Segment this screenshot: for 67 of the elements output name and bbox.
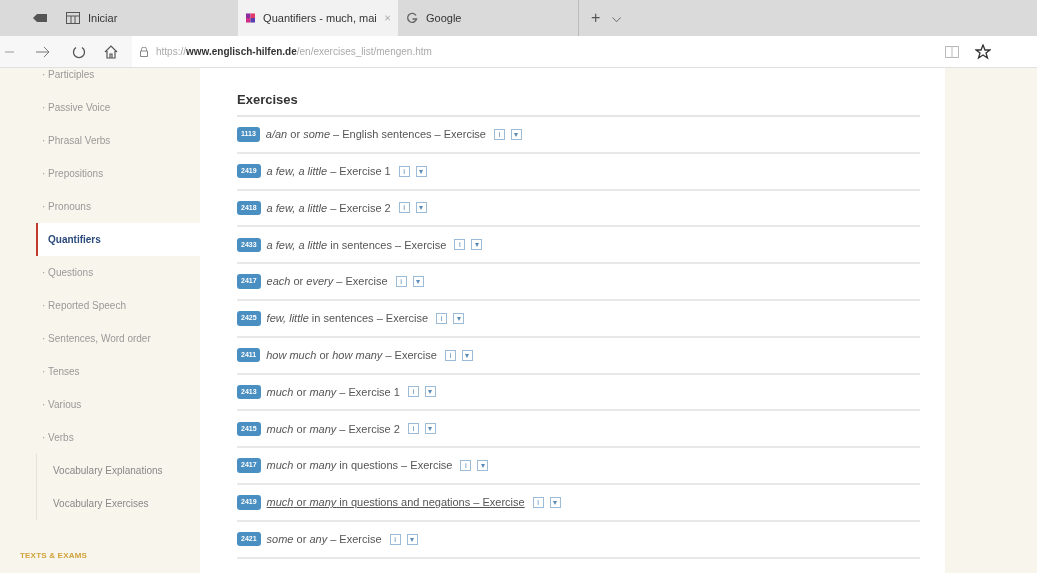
sidebar-link[interactable]: · Questions bbox=[36, 256, 200, 289]
refresh-icon[interactable] bbox=[72, 44, 86, 59]
exercise-link[interactable]: much or many – Exercise 1 bbox=[266, 383, 400, 401]
exercise-link[interactable]: each or every – Exercise bbox=[266, 273, 388, 290]
exercise-link[interactable]: a few, a little – Exercise 2 bbox=[266, 199, 391, 217]
tab-menu-button[interactable]: ⌵ bbox=[612, 9, 622, 27]
address-bar[interactable]: https://www.englisch-hilfen.de/en/exercises_list/mengen.htm bbox=[132, 36, 1037, 67]
dropdown-button[interactable]: ▾ bbox=[461, 349, 473, 361]
section-title: Exercises bbox=[237, 90, 920, 117]
sidebar-link[interactable]: · Reported Speech bbox=[36, 289, 200, 322]
section-heading: TEXTS & EXAMS bbox=[20, 550, 89, 562]
dropdown-button[interactable]: ▾ bbox=[477, 460, 489, 472]
sidebar-link[interactable]: · Tenses bbox=[36, 355, 200, 388]
exercise-link[interactable]: how much or how many – Exercise bbox=[266, 346, 437, 364]
tab-title: Quantifiers - much, mai bbox=[263, 10, 377, 26]
browser-tab[interactable]: Quantifiers - much, mai bbox=[238, 0, 398, 36]
sidebar-link[interactable]: Quantifiers bbox=[36, 223, 200, 256]
info-button[interactable]: i bbox=[407, 386, 419, 398]
info-button[interactable]: i bbox=[395, 276, 407, 288]
dropdown-button[interactable]: ▾ bbox=[471, 239, 483, 251]
exercise-link[interactable]: few, little in sentences – Exercise bbox=[266, 310, 428, 327]
info-button[interactable]: i bbox=[460, 460, 472, 472]
info-button[interactable]: i bbox=[454, 239, 466, 251]
sidebar-link[interactable]: · Sentences, Word order bbox=[36, 322, 200, 355]
lock-icon bbox=[140, 46, 148, 57]
exercise-link[interactable]: much or many in questions – Exercise bbox=[266, 457, 453, 474]
dropdown-button[interactable]: ▾ bbox=[415, 165, 427, 177]
home-icon[interactable] bbox=[104, 44, 118, 59]
dropdown-button[interactable]: ▾ bbox=[510, 128, 522, 140]
exercise-link[interactable]: a few, a little – Exercise 1 bbox=[266, 162, 391, 180]
info-button[interactable]: i bbox=[398, 165, 410, 177]
new-tab-button[interactable]: + bbox=[591, 6, 601, 30]
sidebar-link[interactable]: · Various bbox=[36, 388, 200, 421]
sidebar-link[interactable]: · Pronouns bbox=[36, 190, 200, 223]
sidebar-link[interactable]: · Passive Voice bbox=[36, 91, 200, 124]
sidebar-link[interactable]: · Phrasal Verbs bbox=[36, 124, 200, 157]
url-text: https://www.englisch-hilfen.de/en/exercises_list/mengen.htm bbox=[156, 45, 432, 59]
info-button[interactable]: i bbox=[436, 312, 447, 324]
exercise-link[interactable]: some or any – Exercise bbox=[266, 530, 382, 548]
dropdown-button[interactable]: ▾ bbox=[424, 423, 436, 435]
grid-icon bbox=[66, 12, 80, 24]
dropdown-button[interactable]: ▾ bbox=[549, 496, 561, 508]
info-button[interactable]: i bbox=[532, 496, 544, 508]
info-button[interactable]: i bbox=[493, 128, 505, 140]
exercise-link[interactable]: a/an or some – English sentences – Exercise bbox=[265, 126, 486, 143]
tabs-aside-icon[interactable] bbox=[32, 13, 48, 23]
info-button[interactable]: i bbox=[389, 533, 401, 545]
tab-title: Google bbox=[426, 10, 462, 26]
sidebar-link[interactable]: · Verbs bbox=[36, 421, 200, 454]
dropdown-button[interactable]: ▾ bbox=[412, 276, 424, 288]
info-button[interactable]: i bbox=[398, 202, 410, 214]
dropdown-button[interactable]: ▾ bbox=[424, 386, 436, 398]
info-button[interactable]: i bbox=[407, 423, 419, 435]
exercise-link[interactable]: much or many in questions and negations – Exercise bbox=[266, 494, 525, 511]
exercise-link[interactable]: much or many – Exercise 2 bbox=[266, 420, 400, 437]
sidebar-link[interactable]: · Prepositions bbox=[36, 157, 200, 190]
google-icon bbox=[406, 12, 418, 24]
dropdown-button[interactable]: ▾ bbox=[406, 533, 418, 545]
star-icon[interactable] bbox=[975, 43, 991, 60]
exercise-link[interactable]: a few, a little in sentences – Exercise bbox=[266, 236, 447, 254]
tab-title: Iniciar bbox=[88, 10, 118, 26]
dropdown-button[interactable]: ▾ bbox=[453, 312, 464, 324]
info-button[interactable]: i bbox=[444, 349, 456, 361]
sidebar-link[interactable]: · Participles bbox=[36, 68, 200, 91]
forward-icon[interactable] bbox=[36, 45, 50, 58]
site-icon bbox=[246, 11, 256, 25]
dropdown-button[interactable]: ▾ bbox=[415, 202, 427, 214]
